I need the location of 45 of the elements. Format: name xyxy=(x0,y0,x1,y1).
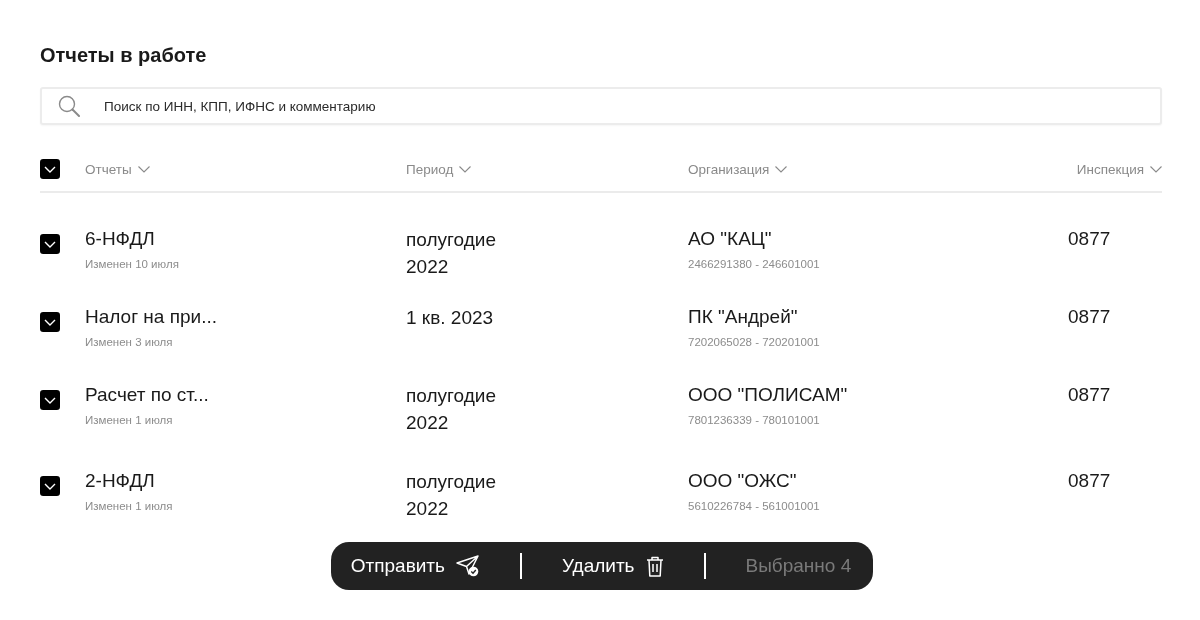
search-icon xyxy=(58,95,80,117)
row-checkbox[interactable] xyxy=(40,390,60,410)
search-field[interactable]: Поиск по ИНН, КПП, ИФНС и комментарию xyxy=(40,87,1162,125)
report-period: 1 кв. 2023 xyxy=(406,306,495,330)
organization-codes: 7202065028 - 720201001 xyxy=(688,335,820,349)
modified-date: Изменен 3 июля xyxy=(85,335,173,349)
report-name[interactable]: Расчет по ст... xyxy=(85,383,209,407)
organization-codes: 7801236339 - 780101001 xyxy=(688,413,820,427)
report-period: полугодие 2022 xyxy=(406,228,497,279)
row-checkbox[interactable] xyxy=(40,312,60,332)
organization-name: ПК "Андрей" xyxy=(688,305,798,329)
column-header[interactable]: Период xyxy=(406,161,472,177)
selected-count: Выбранно 4 xyxy=(745,555,852,577)
organization-name: АО "КАЦ" xyxy=(688,227,772,251)
report-period: полугодие 2022 xyxy=(406,470,497,521)
modified-date: Изменен 1 июля xyxy=(85,413,173,427)
column-header[interactable]: Инспекция xyxy=(1076,161,1162,177)
modified-date: Изменен 1 июля xyxy=(85,499,173,513)
inspection-code: 0877 xyxy=(1068,383,1111,407)
inspection-code: 0877 xyxy=(1068,305,1111,329)
page-title: Отчеты в работе xyxy=(40,43,207,68)
row-checkbox[interactable] xyxy=(40,476,60,496)
column-header[interactable]: Отчеты xyxy=(85,161,150,177)
chevron-down-icon xyxy=(775,165,788,173)
organization-name: ООО "ОЖС" xyxy=(688,469,797,493)
organization-codes: 5610226784 - 561001001 xyxy=(688,499,820,513)
row-checkbox[interactable] xyxy=(40,234,60,254)
column-header[interactable]: Организация xyxy=(688,161,788,177)
chevron-down-icon xyxy=(1150,165,1162,173)
organization-name: ООО "ПОЛИСАМ" xyxy=(688,383,848,407)
send-button[interactable]: Отправить xyxy=(350,555,480,577)
inspection-code: 0877 xyxy=(1068,469,1111,493)
modified-date: Изменен 10 июля xyxy=(85,257,179,271)
inspection-code: 0877 xyxy=(1068,227,1111,251)
report-name[interactable]: 2-НФДЛ xyxy=(85,469,155,493)
select-all-checkbox[interactable] xyxy=(40,159,60,179)
organization-codes: 2466291380 - 246601001 xyxy=(688,257,820,271)
trash-icon xyxy=(645,555,664,577)
report-name[interactable]: Налог на при... xyxy=(85,305,217,329)
paper-plane-check-icon xyxy=(455,555,480,577)
delete-button[interactable]: Удалить xyxy=(561,555,664,577)
report-period: полугодие 2022 xyxy=(406,384,497,435)
chevron-down-icon xyxy=(137,165,150,173)
report-name[interactable]: 6-НФДЛ xyxy=(85,227,155,251)
chevron-down-icon xyxy=(459,165,472,173)
